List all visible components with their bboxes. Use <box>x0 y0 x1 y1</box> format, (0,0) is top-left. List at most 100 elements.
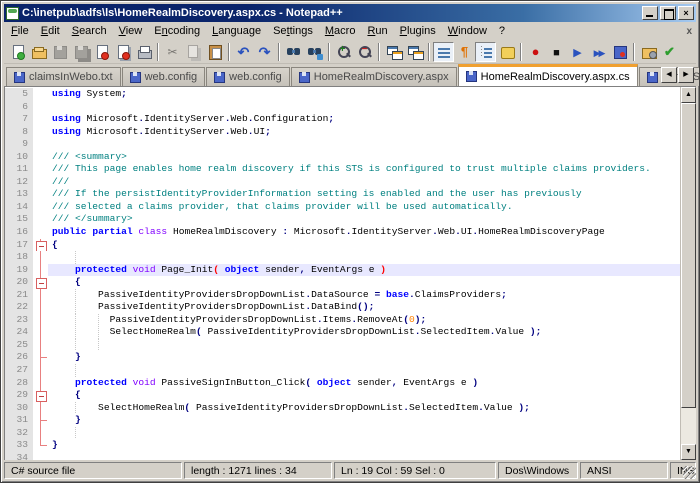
tab-web-config[interactable]: web.config <box>122 67 206 86</box>
menu-edit[interactable]: Edit <box>35 23 66 39</box>
code-text[interactable] <box>48 101 680 114</box>
code-text[interactable]: using Microsoft.IdentityServer.Web.Confi… <box>48 113 680 126</box>
menu-language[interactable]: Language <box>206 23 267 39</box>
indent-guide-icon <box>478 44 494 60</box>
explorer-plugin-button[interactable] <box>638 42 659 62</box>
scroll-up-icon[interactable]: ▲ <box>681 87 696 103</box>
code-text[interactable]: SelectHomeRealm( PassiveIdentityProvider… <box>48 402 680 415</box>
tab-homerealmdiscovery-aspx[interactable]: HomeRealmDiscovery.aspx <box>291 67 457 86</box>
replace-button[interactable] <box>304 42 325 62</box>
code-text[interactable] <box>48 138 680 151</box>
document-close-icon[interactable]: x <box>686 26 692 37</box>
code-text[interactable]: PassiveIdentityProvidersDropDownList.Dat… <box>48 289 680 302</box>
resize-grip[interactable] <box>683 466 696 479</box>
code-text[interactable]: } <box>48 414 680 427</box>
paste-button[interactable] <box>204 42 225 62</box>
tab-homerealmdiscovery-aspx-cs[interactable]: HomeRealmDiscovery.aspx.cs <box>458 64 638 86</box>
show-all-characters-button[interactable]: ¶ <box>454 42 475 62</box>
user-defined-dialog-button[interactable] <box>496 42 517 62</box>
minimize-button[interactable] <box>642 6 658 20</box>
code-text[interactable]: /// This page enables home realm discove… <box>48 163 680 176</box>
stop-macro-button[interactable]: ■ <box>546 42 567 62</box>
code-line-19: 19 protected void Page_Init( object send… <box>5 264 680 277</box>
code-text[interactable]: { <box>48 276 680 289</box>
code-text[interactable]: { <box>48 389 680 402</box>
code-text[interactable]: } <box>48 439 680 452</box>
status-doc-size: length : 1271 lines : 34 <box>184 462 332 479</box>
menu-plugins[interactable]: Plugins <box>394 23 442 39</box>
code-text[interactable] <box>48 452 680 460</box>
save-macro-button[interactable] <box>609 42 630 62</box>
menu-file[interactable]: File <box>5 23 35 39</box>
print-button[interactable] <box>133 42 154 62</box>
sync-vertical-button[interactable] <box>383 42 404 62</box>
code-editor[interactable]: 5using System;67using Microsoft.Identity… <box>5 87 680 460</box>
zoom-out-button[interactable]: − <box>354 42 375 62</box>
menu-macro[interactable]: Macro <box>319 23 362 39</box>
spell-check-plugin-button[interactable]: ✔ <box>659 42 680 62</box>
close-file-button[interactable] <box>91 42 112 62</box>
menu-window[interactable]: Window <box>442 23 493 39</box>
menu-view[interactable]: View <box>113 23 149 39</box>
line-number: 32 <box>5 427 33 440</box>
code-line-29: 29 { <box>5 389 680 402</box>
word-wrap-button[interactable] <box>433 42 454 62</box>
maximize-button[interactable] <box>660 6 676 20</box>
indent-guide-button[interactable] <box>475 42 496 62</box>
code-text[interactable]: public partial class HomeRealmDiscovery … <box>48 226 680 239</box>
code-text[interactable]: { <box>48 239 680 252</box>
scrollbar-thumb[interactable] <box>681 103 696 408</box>
tab-web-config-2[interactable]: web.config <box>206 67 290 86</box>
new-file-button[interactable] <box>7 42 28 62</box>
code-text[interactable]: } <box>48 351 680 364</box>
fold-collapse-icon[interactable] <box>33 239 48 252</box>
zoom-in-button[interactable]: + <box>333 42 354 62</box>
code-text[interactable]: PassiveIdentityProvidersDropDownList.Dat… <box>48 301 680 314</box>
code-text[interactable]: /// <box>48 176 680 189</box>
code-text[interactable]: /// <summary> <box>48 151 680 164</box>
menu-search[interactable]: Search <box>66 23 113 39</box>
saved-file-icon <box>647 72 658 83</box>
redo-button[interactable]: ↷ <box>254 42 275 62</box>
code-text[interactable]: PassiveIdentityProvidersDropDownList.Ite… <box>48 314 680 327</box>
close-button[interactable]: × <box>678 6 694 20</box>
run-macro-multiple-button[interactable]: ▶▶ <box>588 42 609 62</box>
sync-horizontal-button[interactable] <box>404 42 425 62</box>
save-macro-icon <box>612 44 628 60</box>
close-all-files-button[interactable] <box>112 42 133 62</box>
tab-claimsinwebo-txt[interactable]: claimsInWebo.txt <box>6 67 121 86</box>
vertical-scrollbar[interactable]: ▲ ▼ <box>680 87 696 460</box>
code-line-32: 32 <box>5 427 680 440</box>
menu-encoding[interactable]: Encoding <box>148 23 206 39</box>
code-text[interactable] <box>48 339 680 352</box>
code-text[interactable] <box>48 251 680 264</box>
code-line-22: 22 PassiveIdentityProvidersDropDownList.… <box>5 301 680 314</box>
code-text[interactable]: using System; <box>48 88 680 101</box>
code-text[interactable]: /// If the persistIdentityProviderInform… <box>48 188 680 201</box>
line-number: 6 <box>5 101 33 114</box>
play-macro-button[interactable]: ▶ <box>567 42 588 62</box>
code-text[interactable]: protected void PassiveSignInButton_Click… <box>48 377 680 390</box>
undo-button[interactable]: ↶ <box>233 42 254 62</box>
fold-collapse-icon[interactable] <box>33 389 48 402</box>
code-text[interactable] <box>48 364 680 377</box>
code-text[interactable]: SelectHomeRealm( PassiveIdentityProvider… <box>48 326 680 339</box>
save-button <box>49 42 70 62</box>
open-file-button[interactable] <box>28 42 49 62</box>
menu-help[interactable]: ? <box>493 23 511 39</box>
close-file-icon <box>94 44 110 60</box>
menu-settings[interactable]: Settings <box>267 23 319 39</box>
menu-run[interactable]: Run <box>361 23 393 39</box>
find-button[interactable] <box>283 42 304 62</box>
tab-scroll-left-icon[interactable]: ◀ <box>661 67 677 83</box>
app-icon[interactable] <box>6 7 19 20</box>
record-macro-button[interactable]: ● <box>525 42 546 62</box>
code-text[interactable] <box>48 427 680 440</box>
code-text[interactable]: /// </summary> <box>48 213 680 226</box>
scroll-down-icon[interactable]: ▼ <box>681 444 696 460</box>
code-text[interactable]: /// selected a claims provider, that cla… <box>48 201 680 214</box>
code-text[interactable]: using Microsoft.IdentityServer.Web.UI; <box>48 126 680 139</box>
fold-collapse-icon[interactable] <box>33 276 48 289</box>
code-text[interactable]: protected void Page_Init( object sender,… <box>48 264 680 277</box>
tab-scroll-right-icon[interactable]: ▶ <box>678 67 694 83</box>
